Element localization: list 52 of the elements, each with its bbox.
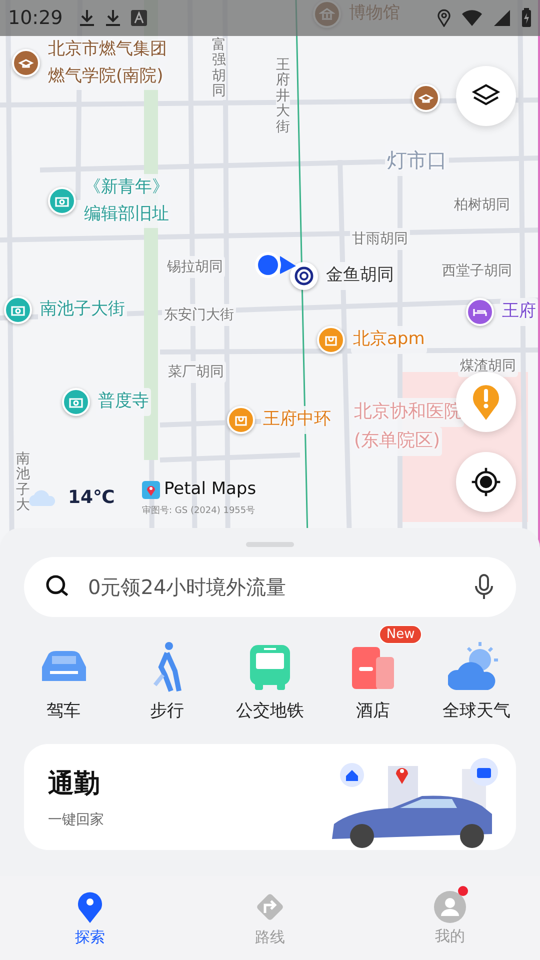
card-subtitle: 一键回家 <box>48 810 104 828</box>
camera-icon <box>62 388 90 416</box>
place-label: 王府 <box>500 298 538 326</box>
shortcut-button[interactable]: 全球天气 <box>424 625 528 722</box>
place-label: 王府中环 <box>261 406 333 434</box>
shortcut-button[interactable]: 公交地铁 <box>218 625 322 722</box>
mortarboard-icon <box>412 84 440 112</box>
mortarboard-icon <box>12 49 40 78</box>
wifi-icon <box>461 10 483 26</box>
layers-button[interactable] <box>456 66 516 126</box>
shopping-bag-icon <box>227 406 255 434</box>
map-pin-icon <box>76 890 104 924</box>
brand-name: Petal Maps <box>164 479 256 499</box>
nav-tab[interactable]: 探索 <box>0 876 180 960</box>
temperature-text: 14℃ <box>68 487 115 508</box>
camera-icon <box>4 296 32 324</box>
alert-pin-icon <box>471 383 501 421</box>
commute-card[interactable]: 通勤 一键回家 <box>24 744 516 850</box>
download-icon <box>78 9 95 27</box>
avatar-icon <box>434 890 466 922</box>
shortcut-button[interactable]: New 酒店 <box>322 625 425 722</box>
search-field[interactable]: 0元领24小时境外流量 <box>24 557 516 617</box>
place-label: 菜厂胡同 <box>166 361 226 384</box>
download-icon <box>104 9 121 27</box>
font-icon <box>130 10 147 26</box>
street-label: 南池子大 <box>16 452 30 514</box>
battery-icon <box>521 8 532 28</box>
drag-handle[interactable] <box>246 542 294 547</box>
signal-icon <box>493 10 511 26</box>
shopping-bag-icon <box>317 326 345 354</box>
place-label: 甘雨胡同 <box>350 228 410 250</box>
place-label: 编辑部旧址 <box>82 201 171 228</box>
street-label: 富强胡同 <box>212 38 226 100</box>
approval-number: 审图号: GS (2024) 1955号 <box>142 504 256 517</box>
place-label: 普度寺 <box>96 388 151 416</box>
status-time: 10:29 <box>8 7 63 29</box>
street-label: 王府井大街 <box>276 58 290 135</box>
microphone-icon[interactable] <box>472 573 496 601</box>
location-icon <box>437 9 451 27</box>
map-pin-logo-icon <box>142 481 160 499</box>
place-label: 锡拉胡同 <box>165 256 225 278</box>
search-input[interactable]: 0元领24小时境外流量 <box>86 574 458 600</box>
card-title: 通勤 <box>48 768 101 800</box>
place-label: 北京apm <box>351 326 427 354</box>
bed-icon <box>466 298 494 326</box>
place-label: 东安门大街 <box>162 304 236 326</box>
shortcut-button[interactable]: 驾车 <box>12 625 116 722</box>
locate-icon <box>469 465 503 499</box>
shortcut-button[interactable]: 步行 <box>115 625 218 722</box>
subway-icon <box>290 262 318 290</box>
new-badge: New <box>379 625 422 644</box>
camera-icon <box>48 187 76 216</box>
